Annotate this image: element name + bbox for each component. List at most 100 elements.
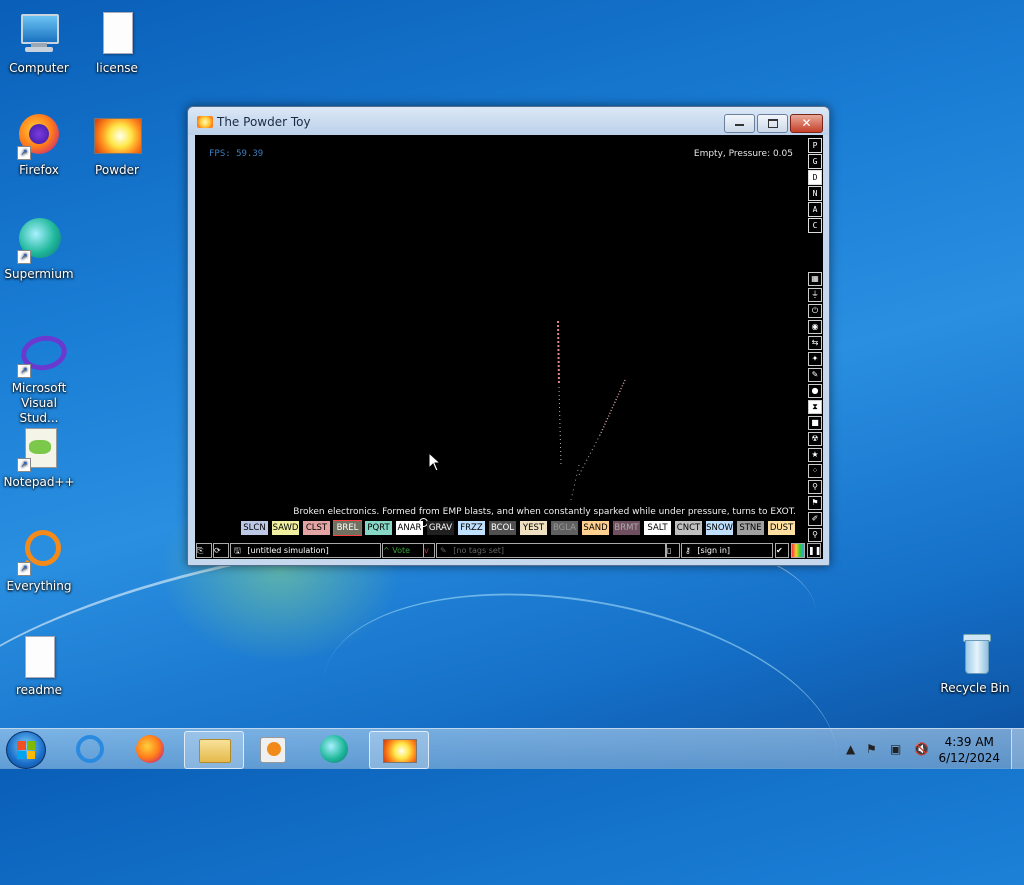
render-mode-p-button[interactable]: P	[808, 138, 822, 153]
start-button[interactable]	[6, 731, 46, 769]
display-mode-button[interactable]	[791, 543, 805, 558]
powder-toy-window[interactable]: The Powder Toy ✕ FPS: 59.39 Empty, Press…	[187, 106, 830, 566]
clear-button[interactable]: ▯	[666, 543, 680, 558]
windows-logo-icon	[17, 741, 35, 759]
element-button-dust[interactable]: DUST	[768, 521, 795, 535]
walls-category-icon[interactable]: ▦	[808, 272, 822, 286]
vote-down-button[interactable]: v	[423, 543, 435, 558]
pause-button[interactable]: ❚❚	[807, 543, 821, 558]
powders-category-icon[interactable]: ⧗	[808, 400, 822, 414]
element-button-cnct[interactable]: CNCT	[675, 521, 702, 535]
action-center-icon[interactable]: ⚑	[866, 742, 877, 756]
element-button-anar[interactable]: ANAR	[396, 521, 423, 535]
favorites-category-icon[interactable]: ⚑	[808, 496, 822, 510]
element-button-brel[interactable]: BREL	[333, 520, 362, 536]
element-button-bcol[interactable]: BCOL	[489, 521, 516, 535]
render-mode-c-button[interactable]: C	[808, 218, 822, 233]
element-button-salt[interactable]: SALT	[644, 521, 671, 535]
render-mode-n-button[interactable]: N	[808, 186, 822, 201]
powder-toy-title-icon	[197, 116, 213, 128]
show-desktop-button[interactable]	[1011, 729, 1024, 769]
network-icon[interactable]: ▣	[890, 742, 901, 756]
special-category-icon[interactable]: ★	[808, 448, 822, 462]
text-file-icon	[93, 10, 141, 58]
window-title: The Powder Toy	[217, 115, 311, 129]
text-file-icon	[15, 632, 63, 680]
tags-button[interactable]: ✎ [no tags set]	[436, 543, 666, 558]
powered-category-icon[interactable]: ⏻	[808, 304, 822, 318]
mouse-pointer-icon	[428, 452, 442, 472]
save-simulation-button[interactable]: 🖫 [untitled simulation]	[230, 543, 381, 558]
element-button-sand[interactable]: SAND	[582, 521, 609, 535]
maximize-button[interactable]	[757, 114, 788, 133]
liquids-category-icon[interactable]: ●	[808, 384, 822, 398]
minimize-button[interactable]	[724, 114, 755, 133]
desktop-icon-everything[interactable]: ↗ Everything	[1, 528, 77, 594]
desktop-icon-visual-studio[interactable]: ↗ Microsoft Visual Stud...	[1, 330, 77, 426]
solids-category-icon[interactable]: ■	[808, 416, 822, 430]
desktop-icon-readme[interactable]: readme	[1, 632, 77, 698]
desktop-icon-powder[interactable]: Powder	[79, 112, 155, 178]
desktop-icon-notepad-plus-plus[interactable]: ↗ Notepad++	[1, 424, 77, 490]
window-titlebar[interactable]: The Powder Toy ✕	[188, 107, 829, 135]
taskbar-firefox[interactable]	[122, 731, 180, 767]
element-description: Broken electronics. Formed from EMP blas…	[293, 507, 796, 517]
clock[interactable]: 4:39 AM 6/12/2024	[938, 734, 1000, 766]
firefox-icon: ↗	[15, 112, 63, 160]
notepad-plus-plus-icon: ↗	[15, 424, 63, 472]
desktop-icon-firefox[interactable]: ↗ Firefox	[1, 112, 77, 178]
render-mode-a-button[interactable]: A	[808, 202, 822, 217]
desktop-icon-label: readme	[15, 683, 63, 697]
simulation-canvas[interactable]: FPS: 59.39 Empty, Pressure: 0.05 P G D N…	[195, 135, 823, 559]
reload-icon: ⟳	[214, 546, 221, 555]
radioactive-category-icon[interactable]: ☢	[808, 432, 822, 446]
element-button-yest[interactable]: YEST	[520, 521, 547, 535]
tools-category-icon[interactable]: ⚲	[808, 480, 822, 494]
render-mode-g-button[interactable]: G	[808, 154, 822, 169]
element-button-clst[interactable]: CLST	[303, 521, 330, 535]
explosives-category-icon[interactable]: ✦	[808, 352, 822, 366]
search-icon[interactable]: ⚲	[808, 528, 822, 542]
element-button-pqrt[interactable]: PQRT	[365, 521, 392, 535]
taskbar-supermium[interactable]	[306, 731, 364, 767]
media-player-icon	[260, 737, 286, 763]
sensors-category-icon[interactable]: ◉	[808, 320, 822, 334]
desktop-icon-license[interactable]: license	[79, 10, 155, 76]
element-button-brmt[interactable]: BRMT	[613, 521, 640, 535]
minimize-icon	[735, 124, 744, 126]
close-button[interactable]: ✕	[790, 114, 823, 133]
render-mode-d-button[interactable]: D	[808, 170, 822, 185]
force-category-icon[interactable]: ⇆	[808, 336, 822, 350]
element-button-bgla[interactable]: BGLA	[551, 521, 578, 535]
sign-in-button[interactable]: ⚷ [sign in]	[681, 543, 773, 558]
supermium-icon	[320, 735, 348, 763]
element-button-slcn[interactable]: SLCN	[241, 521, 268, 535]
desktop-icon-label: Firefox	[19, 163, 59, 177]
reload-button[interactable]: ⟳	[213, 543, 229, 558]
show-hidden-icons-button[interactable]: ▲	[846, 742, 855, 756]
taskbar-media-player[interactable]	[244, 731, 302, 767]
element-button-stne[interactable]: STNE	[737, 521, 764, 535]
desktop-icon-supermium[interactable]: ↗ Supermium	[1, 216, 77, 282]
element-button-grav[interactable]: GRAV	[427, 521, 454, 535]
new-page-icon: ▯	[667, 546, 672, 555]
open-icon: ⎘	[197, 546, 204, 555]
maximize-icon	[768, 119, 778, 128]
taskbar-file-explorer[interactable]	[184, 731, 244, 769]
electronics-category-icon[interactable]: ⏚	[808, 288, 822, 302]
desktop-icon-recycle-bin[interactable]: Recycle Bin	[937, 630, 1013, 696]
vote-up-button[interactable]: ^ Vote	[382, 543, 424, 558]
vote-label: Vote	[392, 546, 411, 555]
desktop-icon-computer[interactable]: Computer	[1, 10, 77, 76]
element-button-sawd[interactable]: SAWD	[272, 521, 299, 535]
element-button-snow[interactable]: SNOW	[706, 521, 733, 535]
settings-button[interactable]: ✔	[775, 543, 789, 558]
open-button[interactable]: ⎘	[196, 543, 212, 558]
life-category-icon[interactable]: ⁘	[808, 464, 822, 478]
volume-muted-icon[interactable]: 🔇	[914, 742, 929, 756]
taskbar-powder-toy[interactable]	[369, 731, 429, 769]
decoration-category-icon[interactable]: ✐	[808, 512, 822, 526]
gases-category-icon[interactable]: ✎	[808, 368, 822, 382]
taskbar-internet-explorer[interactable]	[62, 731, 120, 767]
element-button-frzz[interactable]: FRZZ	[458, 521, 485, 535]
